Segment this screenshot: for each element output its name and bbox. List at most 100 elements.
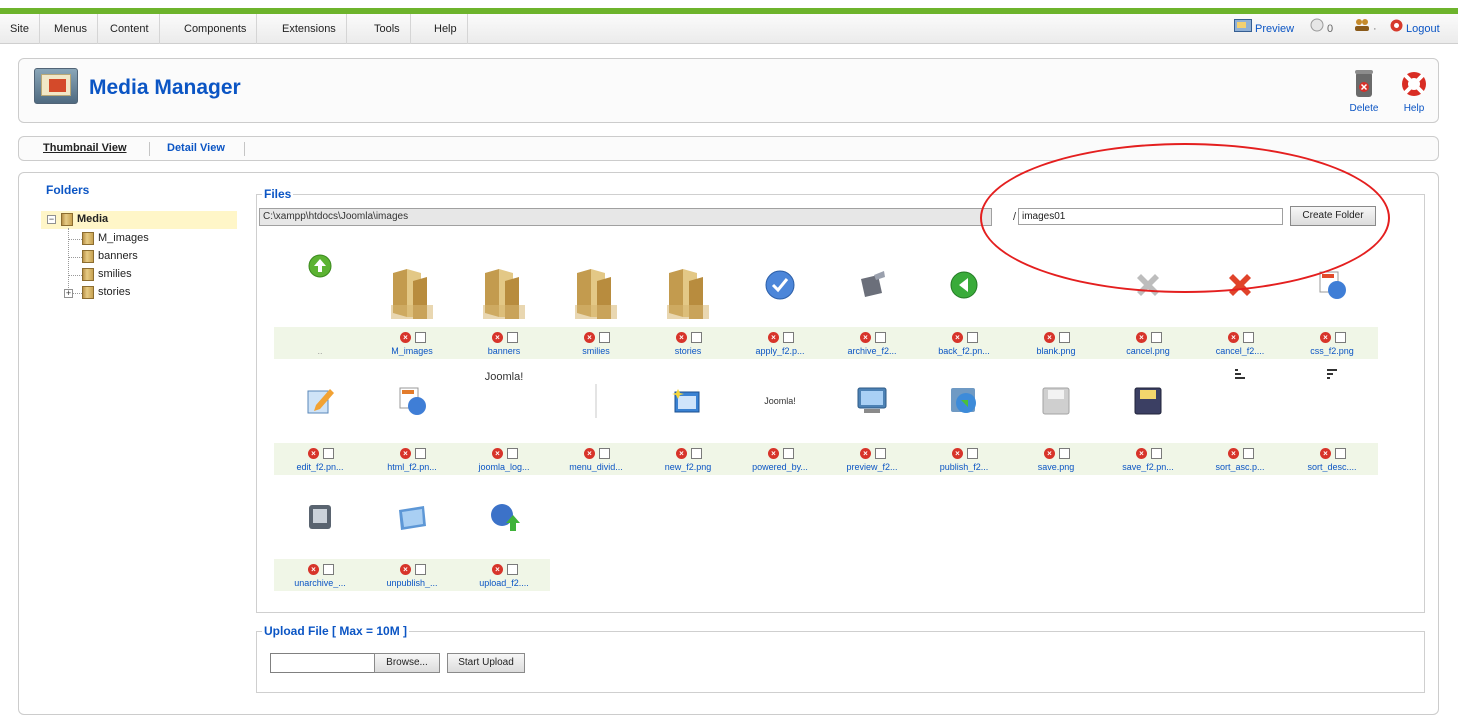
select-checkbox[interactable] [1243,448,1254,459]
file-thumbnail[interactable]: × unarchive_... [274,475,366,591]
sort-asc-icon[interactable] [1194,359,1286,443]
delete-icon[interactable]: × [400,332,411,343]
select-checkbox[interactable] [1059,448,1070,459]
file-name[interactable]: back_f2.pn... [918,346,1010,356]
file-thumbnail[interactable]: × edit_f2.pn... [274,359,366,475]
file-thumbnail[interactable]: Joomla! × joomla_log... [458,359,550,475]
select-checkbox[interactable] [1335,332,1346,343]
tree-root-media[interactable]: Media [61,211,108,228]
parent-folder-item[interactable]: .. [274,243,366,359]
select-checkbox[interactable] [875,448,886,459]
menu-site[interactable]: Site [0,14,40,44]
delete-icon[interactable]: × [1228,332,1239,343]
file-thumbnail[interactable]: × menu_divid... [550,359,642,475]
tab-detail-view[interactable]: Detail View [167,137,225,160]
file-name[interactable]: publish_f2... [918,462,1010,472]
menu-divider-icon[interactable] [550,359,642,443]
select-checkbox[interactable] [323,564,334,575]
file-name[interactable]: upload_f2.... [458,578,550,588]
delete-icon[interactable]: × [492,332,503,343]
file-name[interactable]: sort_asc.p... [1194,462,1286,472]
file-name[interactable]: menu_divid... [550,462,642,472]
file-name[interactable]: cancel_f2.... [1194,346,1286,356]
unpublish-icon[interactable] [366,475,458,559]
preview-icon[interactable] [826,359,918,443]
save-gray-icon[interactable] [1010,359,1102,443]
preview-link[interactable]: Preview [1234,14,1294,44]
up-icon[interactable] [274,243,366,327]
file-name[interactable]: archive_f2... [826,346,918,356]
select-checkbox[interactable] [507,564,518,575]
upload-icon[interactable] [458,475,550,559]
messages-count[interactable]: 0 [1310,14,1333,44]
new-icon[interactable] [642,359,734,443]
delete-icon[interactable]: × [1044,332,1055,343]
file-thumbnail[interactable]: × preview_f2... [826,359,918,475]
apply-icon[interactable] [734,243,826,327]
delete-icon[interactable]: × [400,448,411,459]
joomla-logo-icon[interactable]: Joomla! [458,359,550,443]
file-name[interactable]: unpublish_... [366,578,458,588]
file-name[interactable]: save.png [1010,462,1102,472]
html-icon[interactable] [366,359,458,443]
delete-icon[interactable]: × [860,448,871,459]
file-thumbnail[interactable]: × save_f2.pn... [1102,359,1194,475]
file-thumbnail[interactable]: × unpublish_... [366,475,458,591]
menu-menus[interactable]: Menus [44,14,99,44]
file-thumbnail[interactable]: × upload_f2.... [458,475,550,591]
powered-by-icon[interactable]: Joomla! [734,359,826,443]
delete-icon[interactable]: × [952,448,963,459]
file-name[interactable]: new_f2.png [642,462,734,472]
publish-icon[interactable] [918,359,1010,443]
select-checkbox[interactable] [691,332,702,343]
tree-item-banners[interactable]: banners [82,248,138,265]
select-checkbox[interactable] [323,448,334,459]
start-upload-button[interactable]: Start Upload [447,653,525,673]
folder-icon[interactable] [458,243,550,327]
users-count[interactable]: · [1354,14,1377,44]
folder-icon[interactable] [642,243,734,327]
file-name[interactable]: html_f2.pn... [366,462,458,472]
tab-thumbnail-view[interactable]: Thumbnail View [43,137,127,160]
menu-extensions[interactable]: Extensions [272,14,347,44]
select-checkbox[interactable] [967,448,978,459]
delete-icon[interactable]: × [1136,332,1147,343]
file-name[interactable]: preview_f2... [826,462,918,472]
file-name[interactable]: banners [458,346,550,356]
upload-file-input[interactable] [270,653,375,673]
file-thumbnail[interactable]: Joomla! × powered_by... [734,359,826,475]
select-checkbox[interactable] [1243,332,1254,343]
edit-icon[interactable] [274,359,366,443]
file-name[interactable]: stories [642,346,734,356]
sort-desc-icon[interactable] [1286,359,1378,443]
delete-icon[interactable]: × [1044,448,1055,459]
file-thumbnail[interactable]: × banners [458,243,550,359]
file-thumbnail[interactable]: × sort_asc.p... [1194,359,1286,475]
select-checkbox[interactable] [875,332,886,343]
file-name[interactable]: smilies [550,346,642,356]
browse-button[interactable]: Browse... [374,653,440,673]
select-checkbox[interactable] [783,332,794,343]
expand-icon[interactable]: + [64,289,73,298]
menu-components[interactable]: Components [174,14,258,44]
file-name[interactable]: joomla_log... [458,462,550,472]
delete-button[interactable]: Delete [1344,67,1384,117]
delete-icon[interactable]: × [1228,448,1239,459]
delete-icon[interactable]: × [1320,448,1331,459]
file-name[interactable]: css_f2.png [1286,346,1378,356]
file-name[interactable]: blank.png [1010,346,1102,356]
delete-icon[interactable]: × [676,448,687,459]
logout-link[interactable]: Logout [1390,14,1440,44]
select-checkbox[interactable] [691,448,702,459]
select-checkbox[interactable] [1059,332,1070,343]
file-thumbnail[interactable]: × archive_f2... [826,243,918,359]
file-name[interactable]: edit_f2.pn... [274,462,366,472]
delete-icon[interactable]: × [952,332,963,343]
select-checkbox[interactable] [783,448,794,459]
file-name[interactable]: powered_by... [734,462,826,472]
menu-content[interactable]: Content [100,14,160,44]
back-icon[interactable] [918,243,1010,327]
file-name[interactable]: apply_f2.p... [734,346,826,356]
unarchive-icon[interactable] [274,475,366,559]
collapse-icon[interactable]: − [47,215,56,224]
